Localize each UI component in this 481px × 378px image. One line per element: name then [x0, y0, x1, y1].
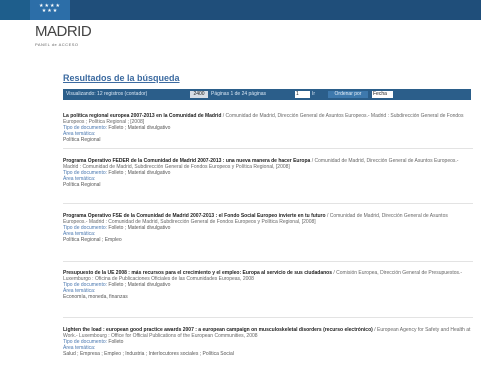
doc-type-value: Folleto ; Material divulgativo [107, 125, 171, 131]
doc-type-value: Folleto ; Material divulgativo [107, 170, 171, 176]
doc-type-value: Folleto ; Material divulgativo [107, 282, 171, 288]
result-record: Programa Operativo FSE de la Comunidad d… [63, 213, 473, 243]
area-value[interactable]: Política Regional [63, 182, 473, 188]
logo-subtitle: PANEL de ACCESO [35, 42, 79, 47]
result-record: Presupuesto de la UE 2008 : más recursos… [63, 270, 473, 300]
order-by-button[interactable]: Ordenar por [328, 91, 368, 98]
stars-icon: ★★★★ ★★★ [39, 3, 61, 14]
results-toolbar: Visualizando: 12 registros (contador) 24… [63, 89, 471, 100]
logo-text[interactable]: MADRID [35, 23, 92, 40]
doc-type-value: Folleto ; Material divulgativo [107, 225, 171, 231]
results-title: Resultados de la búsqueda [63, 73, 180, 83]
divider [63, 261, 473, 262]
site-header: ★★★★ ★★★ MADRID PANEL de ACCESO [0, 0, 481, 60]
area-value[interactable]: Economía, moneda, finanzas [63, 294, 473, 300]
doc-type-value: Folleto [107, 339, 124, 345]
area-value[interactable]: Política Regional ; Empleo [63, 237, 473, 243]
results-count-text: Visualizando: 12 registros (contador) [66, 91, 148, 97]
divider [63, 203, 473, 204]
divider [63, 317, 473, 318]
result-record: La política regional europea 2007-2013 e… [63, 113, 473, 143]
pages-text: Páginas 1 de 24 páginas [211, 91, 267, 97]
page-select[interactable]: 1 [295, 91, 310, 98]
area-value[interactable]: Salud ; Empresa ; Empleo ; Industria ; I… [63, 351, 473, 357]
result-record: Lighten the load : european good practic… [63, 327, 473, 357]
go-button[interactable]: Ir [312, 89, 315, 100]
result-record: Programa Operativo FEDER de la Comunidad… [63, 158, 473, 188]
divider [63, 148, 473, 149]
madrid-flag-logo[interactable]: ★★★★ ★★★ [30, 0, 70, 20]
top-bar-band [30, 0, 481, 20]
area-value[interactable]: Política Regional [63, 137, 473, 143]
order-select[interactable]: Fecha [372, 91, 393, 98]
results-count-field[interactable]: 2400 [190, 91, 208, 98]
